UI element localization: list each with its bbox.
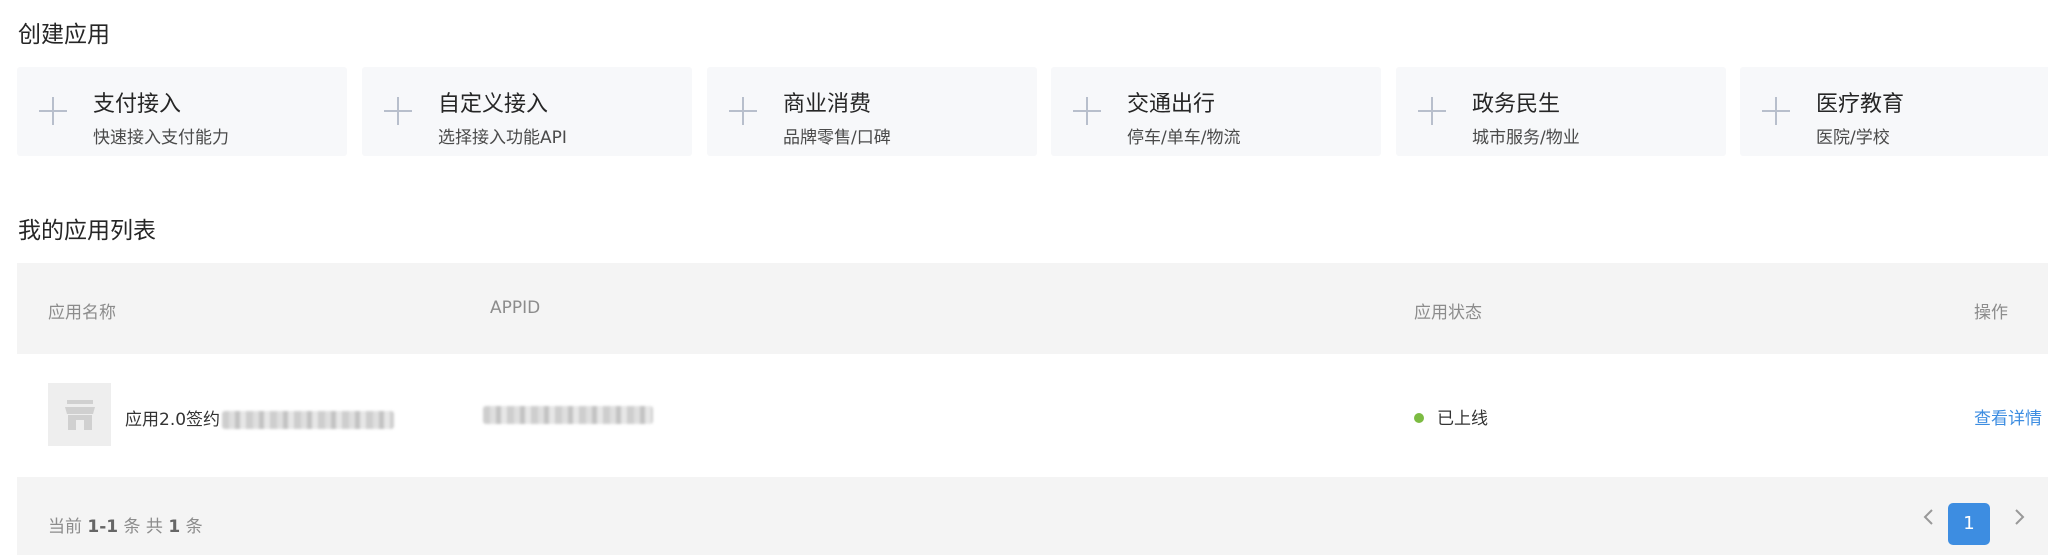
summary-prefix: 当前 <box>48 517 82 537</box>
store-icon <box>65 400 95 430</box>
card-transportation[interactable]: 交通出行 停车/单车/物流 <box>1051 67 1381 156</box>
create-app-title: 创建应用 <box>18 22 110 48</box>
card-title: 支付接入 <box>93 92 182 117</box>
table-header: 应用名称 APPID 应用状态 操作 <box>17 263 2048 354</box>
summary-total: 1 <box>168 517 181 537</box>
app-name-text: 应用2.0签约 <box>125 410 221 430</box>
status-badge: 已上线 <box>1437 409 1488 429</box>
summary-middle: 条 共 <box>123 517 163 537</box>
app-thumbnail <box>48 383 111 446</box>
plus-icon <box>39 97 67 125</box>
card-commerce[interactable]: 商业消费 品牌零售/口碑 <box>707 67 1037 156</box>
card-title: 商业消费 <box>783 92 872 117</box>
summary-range: 1-1 <box>87 517 119 537</box>
column-header-status: 应用状态 <box>1414 303 1482 323</box>
next-page-button[interactable] <box>2007 505 2031 529</box>
app-name: 应用2.0签约 <box>125 405 395 430</box>
plus-icon <box>1418 97 1446 125</box>
card-title: 自定义接入 <box>438 92 549 117</box>
page-number-button[interactable]: 1 <box>1948 503 1990 545</box>
card-title: 政务民生 <box>1472 92 1561 117</box>
column-header-name: 应用名称 <box>48 303 116 323</box>
card-medical-education[interactable]: 医疗教育 医院/学校 <box>1740 67 2048 156</box>
prev-page-button[interactable] <box>1917 505 1941 529</box>
plus-icon <box>729 97 757 125</box>
card-description: 停车/单车/物流 <box>1127 128 1241 148</box>
redacted-name <box>222 411 395 429</box>
card-description: 选择接入功能API <box>438 128 567 148</box>
pagination-summary: 当前 1-1 条 共 1 条 <box>48 512 203 537</box>
plus-icon <box>1073 97 1101 125</box>
plus-icon <box>1762 97 1790 125</box>
table-row: 应用2.0签约 已上线 查看详情 <box>17 354 2048 477</box>
card-title: 医疗教育 <box>1816 92 1905 117</box>
card-description: 品牌零售/口碑 <box>783 128 891 148</box>
view-details-link[interactable]: 查看详情 <box>1974 404 2042 429</box>
card-title: 交通出行 <box>1127 92 1216 117</box>
card-custom-access[interactable]: 自定义接入 选择接入功能API <box>362 67 692 156</box>
status-cell: 已上线 <box>1414 404 1488 429</box>
plus-icon <box>384 97 412 125</box>
status-dot-icon <box>1414 413 1424 423</box>
card-description: 城市服务/物业 <box>1472 128 1580 148</box>
app-list-title: 我的应用列表 <box>18 218 156 244</box>
card-government-services[interactable]: 政务民生 城市服务/物业 <box>1396 67 1726 156</box>
create-app-cards: 支付接入 快速接入支付能力 自定义接入 选择接入功能API 商业消费 品牌零售/… <box>17 67 2048 156</box>
summary-suffix: 条 <box>185 517 203 537</box>
card-payment-access[interactable]: 支付接入 快速接入支付能力 <box>17 67 347 156</box>
chevron-left-icon <box>1923 509 1933 525</box>
chevron-right-icon <box>2015 509 2025 525</box>
column-header-appid: APPID <box>490 298 541 318</box>
redacted-appid <box>483 406 653 424</box>
table-footer: 当前 1-1 条 共 1 条 1 <box>17 477 2048 555</box>
card-description: 医院/学校 <box>1816 128 1890 148</box>
card-description: 快速接入支付能力 <box>93 128 229 148</box>
column-header-action: 操作 <box>1974 303 2008 323</box>
